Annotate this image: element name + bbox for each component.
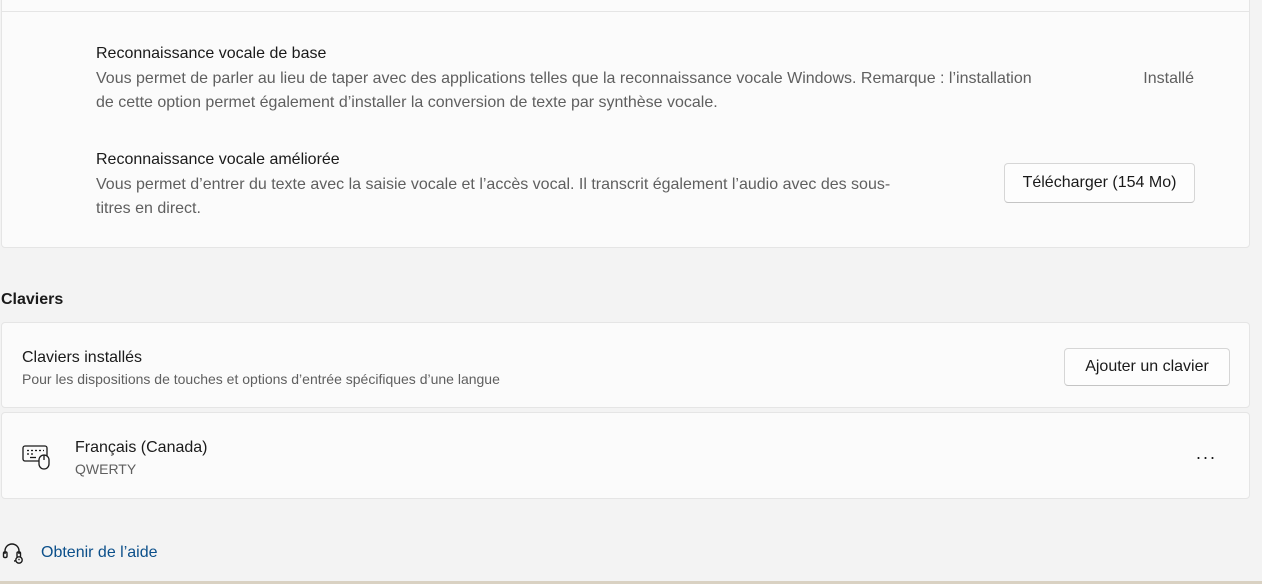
keyboard-language-name: Français (Canada)	[75, 439, 208, 456]
speech-keyboard-settings-page: Reconnaissance vocale de base Vous perme…	[0, 0, 1262, 584]
installed-keyboards-card: Claviers installés Pour les dispositions…	[1, 322, 1250, 408]
keyboard-layout-name: QWERTY	[75, 461, 137, 477]
enhanced-speech-description-line2: titres en direct.	[96, 200, 201, 217]
help-headset-icon	[1, 541, 25, 565]
enhanced-speech-title: Reconnaissance vocale améliorée	[96, 151, 340, 168]
basic-speech-title: Reconnaissance vocale de base	[96, 45, 327, 62]
more-options-icon: ···	[1195, 446, 1217, 467]
keyboard-icon	[22, 443, 52, 471]
basic-speech-description-line1: Vous permet de parler au lieu de taper a…	[96, 70, 1032, 87]
installed-keyboards-title: Claviers installés	[22, 349, 143, 366]
help-row: Obtenir de l’aide	[0, 540, 158, 566]
add-keyboard-button[interactable]: Ajouter un clavier	[1064, 348, 1230, 386]
get-help-link[interactable]: Obtenir de l’aide	[41, 544, 158, 562]
basic-speech-status: Installé	[1143, 70, 1194, 87]
keyboard-list-item: Français (Canada) QWERTY ···	[1, 412, 1250, 499]
basic-speech-description-line2: de cette option permet également d’insta…	[96, 94, 718, 111]
installed-keyboards-description: Pour les dispositions de touches et opti…	[22, 371, 500, 387]
card-divider	[2, 11, 1249, 12]
speech-recognition-card: Reconnaissance vocale de base Vous perme…	[1, 0, 1250, 248]
enhanced-speech-description-line1: Vous permet d’entrer du texte avec la sa…	[96, 176, 891, 193]
more-options-button[interactable]: ···	[1189, 443, 1223, 471]
keyboards-section-title: Claviers	[1, 291, 64, 308]
download-enhanced-speech-button[interactable]: Télécharger (154 Mo)	[1004, 163, 1195, 203]
